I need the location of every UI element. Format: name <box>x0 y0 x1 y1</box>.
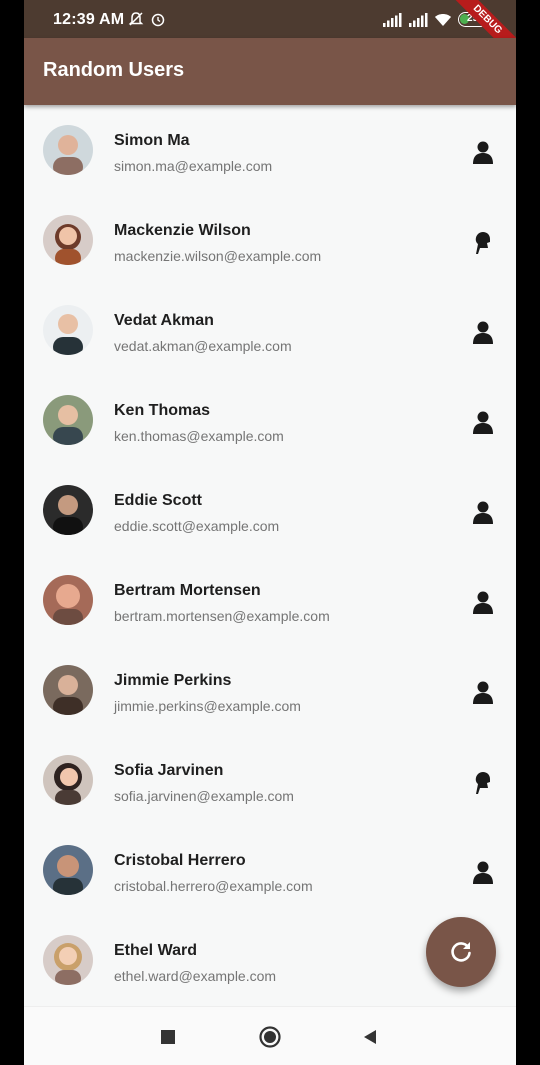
status-bar: 12:39 AM 29 DEBUG <box>24 0 516 65</box>
user-name: Bertram Mortensen <box>114 582 261 599</box>
avatar <box>43 485 93 535</box>
male-icon <box>473 861 493 884</box>
status-time: 12:39 AM <box>53 11 125 28</box>
user-email: bertram.mortensen@example.com <box>114 608 330 624</box>
user-email: mackenzie.wilson@example.com <box>114 248 322 264</box>
list-item[interactable]: Mackenzie Wilson mackenzie.wilson@exampl… <box>24 198 516 288</box>
avatar <box>43 215 93 265</box>
list-item[interactable]: Simon Ma simon.ma@example.com <box>24 108 516 198</box>
user-name: Ken Thomas <box>114 402 211 419</box>
list-item[interactable]: Bertram Mortensen bertram.mortensen@exam… <box>24 558 516 648</box>
list-item[interactable]: Ken Thomas ken.thomas@example.com <box>24 378 516 468</box>
male-icon <box>473 411 493 434</box>
user-email: ethel.ward@example.com <box>114 968 277 984</box>
user-email: simon.ma@example.com <box>114 158 273 174</box>
refresh-icon <box>451 942 471 962</box>
home-circle-icon <box>259 1026 281 1048</box>
user-name: Cristobal Herrero <box>114 852 246 869</box>
user-name: Ethel Ward <box>114 942 197 959</box>
refresh-button[interactable] <box>426 917 496 987</box>
page-title: Random Users <box>43 59 185 81</box>
user-name: Sofia Jarvinen <box>114 762 224 779</box>
user-name: Mackenzie Wilson <box>114 222 251 239</box>
user-name: Jimmie Perkins <box>114 672 232 689</box>
avatar <box>43 935 93 985</box>
back-triangle-icon <box>364 1030 376 1044</box>
male-icon <box>473 141 493 164</box>
avatar <box>43 575 93 625</box>
list-item[interactable]: Sofia Jarvinen sofia.jarvinen@example.co… <box>24 738 516 828</box>
user-name: Eddie Scott <box>114 492 203 509</box>
avatar <box>43 125 93 175</box>
user-name: Simon Ma <box>114 132 190 149</box>
male-icon <box>473 591 493 614</box>
wifi-icon <box>435 13 451 26</box>
system-nav-bar <box>24 1006 516 1065</box>
avatar <box>43 755 93 805</box>
avatar <box>43 395 93 445</box>
signal-icon <box>383 12 402 27</box>
female-icon <box>475 771 490 794</box>
user-email: vedat.akman@example.com <box>114 338 292 354</box>
recents-button[interactable] <box>155 1024 181 1050</box>
avatar <box>43 305 93 355</box>
user-email: eddie.scott@example.com <box>114 518 280 534</box>
list-item[interactable]: Jimmie Perkins jimmie.perkins@example.co… <box>24 648 516 738</box>
user-name: Vedat Akman <box>114 312 214 329</box>
alarm-icon <box>151 13 165 27</box>
user-email: cristobal.herrero@example.com <box>114 878 313 894</box>
avatar <box>43 665 93 715</box>
silent-bell-icon <box>128 12 144 26</box>
recents-square-icon <box>161 1030 175 1044</box>
status-icons-left <box>128 11 166 27</box>
user-email: ken.thomas@example.com <box>114 428 284 444</box>
male-icon <box>473 501 493 524</box>
male-icon <box>473 681 493 704</box>
phone-screen: 12:39 AM 29 DEBUG Random Users Simon Ma … <box>24 0 516 1065</box>
avatar <box>43 845 93 895</box>
list-item[interactable]: Vedat Akman vedat.akman@example.com <box>24 288 516 378</box>
user-list[interactable]: Simon Ma simon.ma@example.com Mackenzie … <box>24 108 516 1006</box>
signal-icon <box>409 12 428 27</box>
male-icon <box>473 321 493 344</box>
female-icon <box>475 231 490 254</box>
list-item[interactable]: Cristobal Herrero cristobal.herrero@exam… <box>24 828 516 918</box>
back-button[interactable] <box>357 1024 383 1050</box>
home-button[interactable] <box>257 1024 283 1050</box>
app-bar: Random Users <box>24 38 516 105</box>
user-email: sofia.jarvinen@example.com <box>114 788 294 804</box>
list-item[interactable]: Eddie Scott eddie.scott@example.com <box>24 468 516 558</box>
user-email: jimmie.perkins@example.com <box>114 698 301 714</box>
